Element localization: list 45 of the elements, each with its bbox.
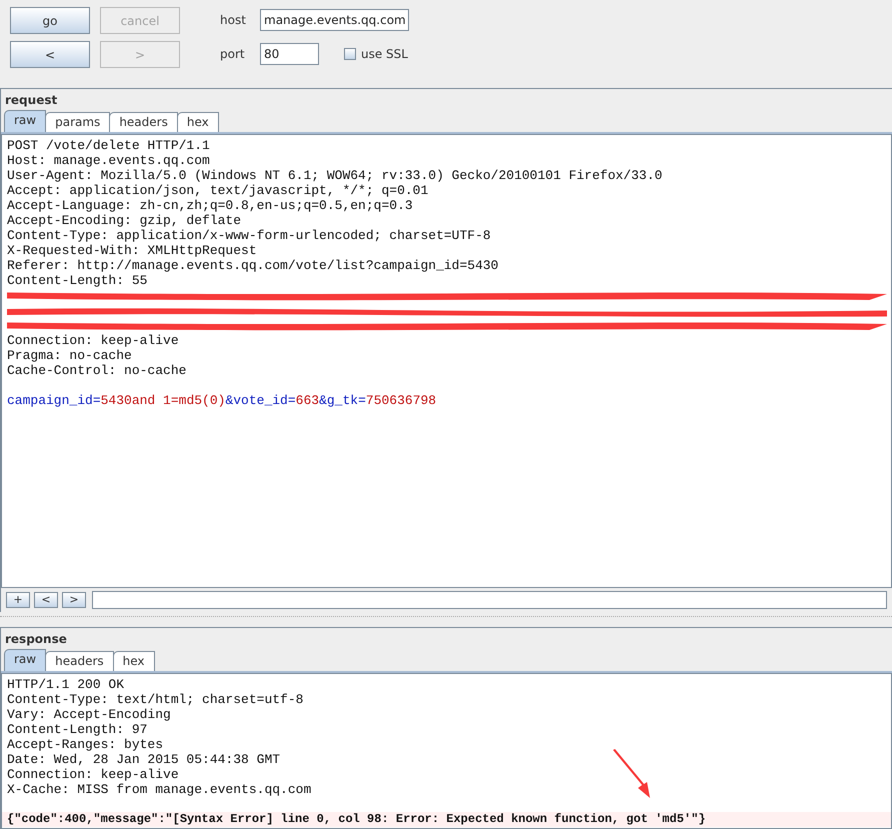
request-line: Referer: http://manage.events.qq.com/vote/list?campaign_id=5430 [7,258,500,273]
nav-button[interactable]: < [34,592,58,608]
request-line: Accept-Encoding: gzip, deflate [7,213,242,228]
request-body-line: campaign_id=5430and 1=md5(0)&vote_id=663&g_tk=750636798 [7,393,438,408]
request-tab[interactable]: headers [109,112,178,132]
ssl-checkbox[interactable] [344,48,356,60]
request-tab[interactable]: raw [4,110,46,132]
request-tab[interactable]: params [45,112,110,132]
response-line: HTTP/1.1 200 OK [7,677,126,692]
response-line: Content-Type: text/html; charset=utf-8 [7,692,304,707]
request-line: Accept: application/json, text/javascript, */*; q=0.01 [7,183,430,198]
nav-button[interactable]: + [6,592,30,608]
ssl-label: use SSL [361,47,408,61]
response-line: Accept-Ranges: bytes [7,737,164,752]
toolbar-button[interactable]: < [10,41,90,68]
response-editor[interactable] [1,673,892,829]
request-line: Pragma: no-cache [7,348,133,363]
request-title: request [4,92,58,109]
response-line: Date: Wed, 28 Jan 2015 05:44:38 GMT [7,752,282,767]
host-label: host [220,13,247,27]
request-tab[interactable]: hex [176,112,219,132]
response-line: Connection: keep-alive [7,767,180,782]
request-line: POST /vote/delete HTTP/1.1 [7,138,211,153]
response-tab[interactable]: hex [112,651,155,671]
port-label: port [220,47,246,61]
request-line: Connection: keep-alive [7,333,180,348]
search-field[interactable] [92,591,887,609]
response-line: X-Cache: MISS from manage.events.qq.com [7,782,312,797]
nav-button[interactable]: > [62,592,86,608]
arrow-drawing [612,749,652,799]
response-title: response [4,631,68,648]
request-line: User-Agent: Mozilla/5.0 (Windows NT 6.1; WOW64; rv:33.0) Gecko/20100101 Firefox/33.0 [7,168,664,183]
response-tab[interactable]: raw [4,649,46,671]
toolbar-button[interactable]: go [10,7,90,34]
host-field[interactable]: manage.events.qq.com [260,9,409,31]
request-line: Cache-Control: no-cache [7,363,188,378]
response-tab[interactable]: headers [45,651,114,671]
response-line: Vary: Accept-Encoding [7,707,172,722]
response-line: Content-Length: 97 [7,722,148,737]
request-line: Host: manage.events.qq.com [7,153,211,168]
request-line: Accept-Language: zh-cn,zh;q=0.8,en-us;q=0.5,en;q=0.3 [7,198,414,213]
request-line: X-Requested-With: XMLHttpRequest [7,243,258,258]
request-line: Content-Length: 55 [7,273,148,288]
request-line: Content-Type: application/x-www-form-urlencoded; charset=UTF-8 [7,228,492,243]
port-field[interactable]: 80 [260,43,319,65]
